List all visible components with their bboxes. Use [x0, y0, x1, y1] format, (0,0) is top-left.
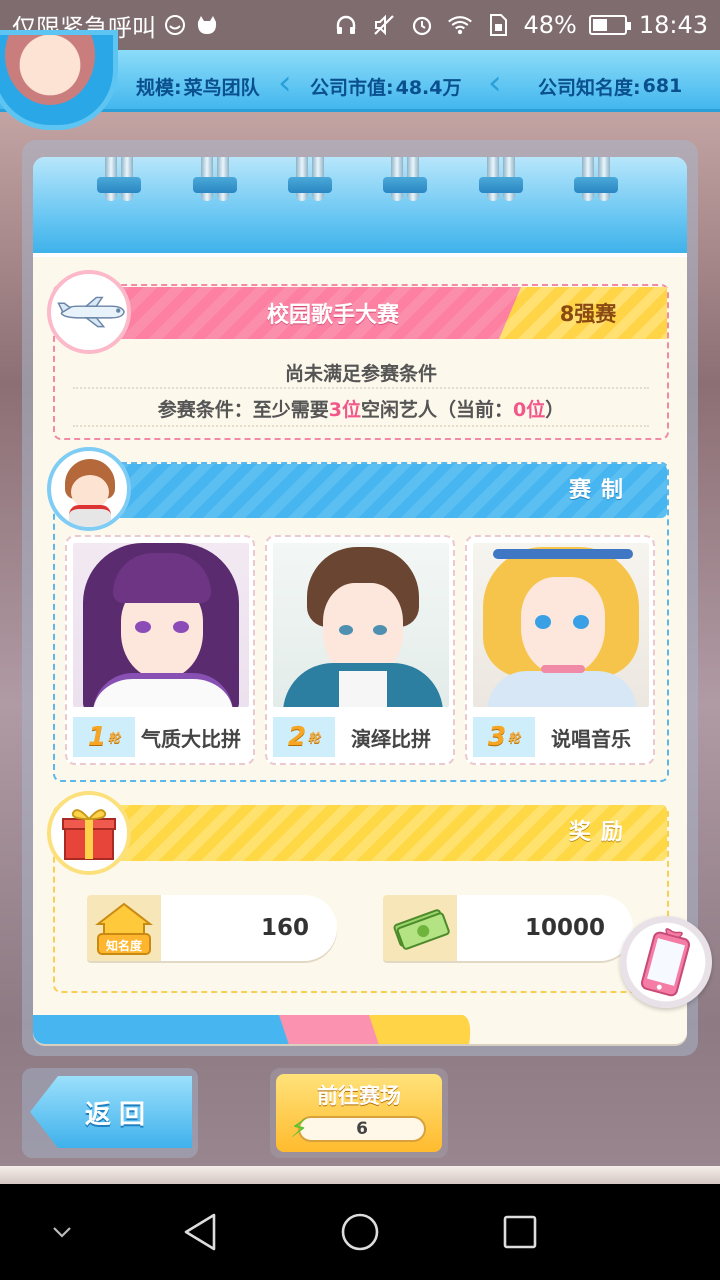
divider-icon: ‹: [278, 63, 292, 103]
chibi-boy-icon: [47, 447, 131, 531]
cash-stack-icon: [383, 895, 457, 961]
fame-label: 公司知名度:: [538, 76, 641, 99]
condition-status: 尚未满足参赛条件: [284, 363, 437, 385]
round-name: 说唱音乐: [551, 726, 631, 751]
scale-value: 菜鸟团队: [183, 76, 260, 99]
condition-prefix: 参赛条件：至少需要: [157, 399, 329, 421]
binder-ring-icon: [288, 157, 332, 217]
alarm-icon: [409, 12, 435, 38]
battery-percent: 48%: [523, 11, 577, 39]
condition-middle: 空闲艺人（当前：: [360, 399, 513, 421]
battery-icon: [588, 15, 631, 35]
round-rank-badge: 2轮: [273, 717, 335, 757]
market-label: 公司市值:: [310, 76, 394, 99]
round-card-2[interactable]: 2轮 演绎比拼: [265, 535, 455, 765]
scale-label: 规模:: [136, 76, 182, 99]
back-button[interactable]: 返回: [22, 1068, 198, 1158]
round-name: 气质大比拼: [141, 726, 241, 751]
binder-ring-icon: [574, 157, 618, 217]
airplane-icon: [47, 270, 131, 354]
scale-stat: 规模: 菜鸟团队: [136, 64, 260, 108]
back-button-label: 返回: [30, 1076, 192, 1148]
round-card-1[interactable]: 1轮 气质大比拼: [65, 535, 255, 765]
chevron-down-icon[interactable]: [44, 1214, 80, 1250]
artist-portrait: [473, 543, 649, 707]
money-reward: 10000: [383, 895, 633, 961]
battery-level-fill: [592, 19, 608, 31]
current-count: 0位: [513, 399, 546, 421]
round-rank-badge: 3轮: [473, 717, 535, 757]
market-value-stat: 公司市值: 48.4万: [310, 64, 462, 108]
sim-icon: [485, 12, 511, 38]
divider-icon: ‹: [488, 63, 502, 103]
go-to-arena-button[interactable]: 前往赛场 6 ⚡: [270, 1068, 448, 1158]
recents-nav-icon[interactable]: [498, 1210, 542, 1254]
binder-ring-icon: [193, 157, 237, 217]
lightning-icon: ⚡: [290, 1114, 309, 1144]
artist-portrait: [73, 543, 249, 707]
condition-text: 参赛条件：至少需要3位空闲艺人（当前：0位）: [53, 395, 669, 422]
money-reward-value: 10000: [524, 915, 605, 941]
gift-box-icon: [47, 791, 131, 875]
binder-ring-icon: [479, 157, 523, 217]
company-avatar[interactable]: [0, 30, 118, 130]
bottom-bar: [0, 1166, 720, 1184]
artist-portrait: [273, 543, 449, 707]
wifi-icon: [447, 12, 473, 38]
smiley-icon: [162, 12, 188, 38]
binder-ring-icon: [383, 157, 427, 217]
binder-ring-icon: [97, 157, 141, 217]
round-name: 演绎比拼: [351, 726, 431, 751]
back-nav-icon[interactable]: [178, 1210, 222, 1254]
clock: 18:43: [638, 11, 708, 39]
fame-value: 681: [642, 75, 683, 97]
mute-icon: [371, 12, 397, 38]
condition-suffix: ）: [545, 399, 565, 421]
phone-button[interactable]: [620, 916, 712, 1008]
energy-cost: 6: [298, 1116, 426, 1142]
rewards-title: 奖励: [568, 820, 633, 845]
round-rank-badge: 1轮: [73, 717, 135, 757]
cat-icon: [194, 12, 220, 38]
go-button-label: 前往赛场: [317, 1084, 401, 1108]
divider: [73, 387, 649, 389]
fame-reward: 知名度 160: [87, 895, 337, 961]
divider: [73, 425, 649, 427]
system-nav-bar: [0, 1184, 720, 1280]
headphones-icon: [333, 12, 359, 38]
fame-house-icon: 知名度: [87, 895, 161, 961]
contest-notebook: 校园歌手大赛 8强赛 尚未满足参赛条件 参赛条件：至少需要3位空闲艺人（当前：0…: [33, 157, 687, 1044]
home-nav-icon[interactable]: [338, 1210, 382, 1254]
notebook-footer-stripes: [33, 1015, 687, 1044]
fame-stat: 公司知名度: 681: [538, 64, 682, 108]
rules-title: 赛制: [568, 478, 633, 503]
fame-reward-value: 160: [260, 915, 309, 941]
round-card-3[interactable]: 3轮 说唱音乐: [465, 535, 655, 765]
contest-stage-badge: 8强赛: [499, 287, 667, 339]
fame-icon-label: 知名度: [105, 938, 143, 953]
contest-title: 校园歌手大赛: [266, 303, 399, 328]
required-count: 3位: [328, 399, 361, 421]
notebook-header: [33, 157, 687, 257]
market-value: 48.4万: [395, 76, 462, 99]
